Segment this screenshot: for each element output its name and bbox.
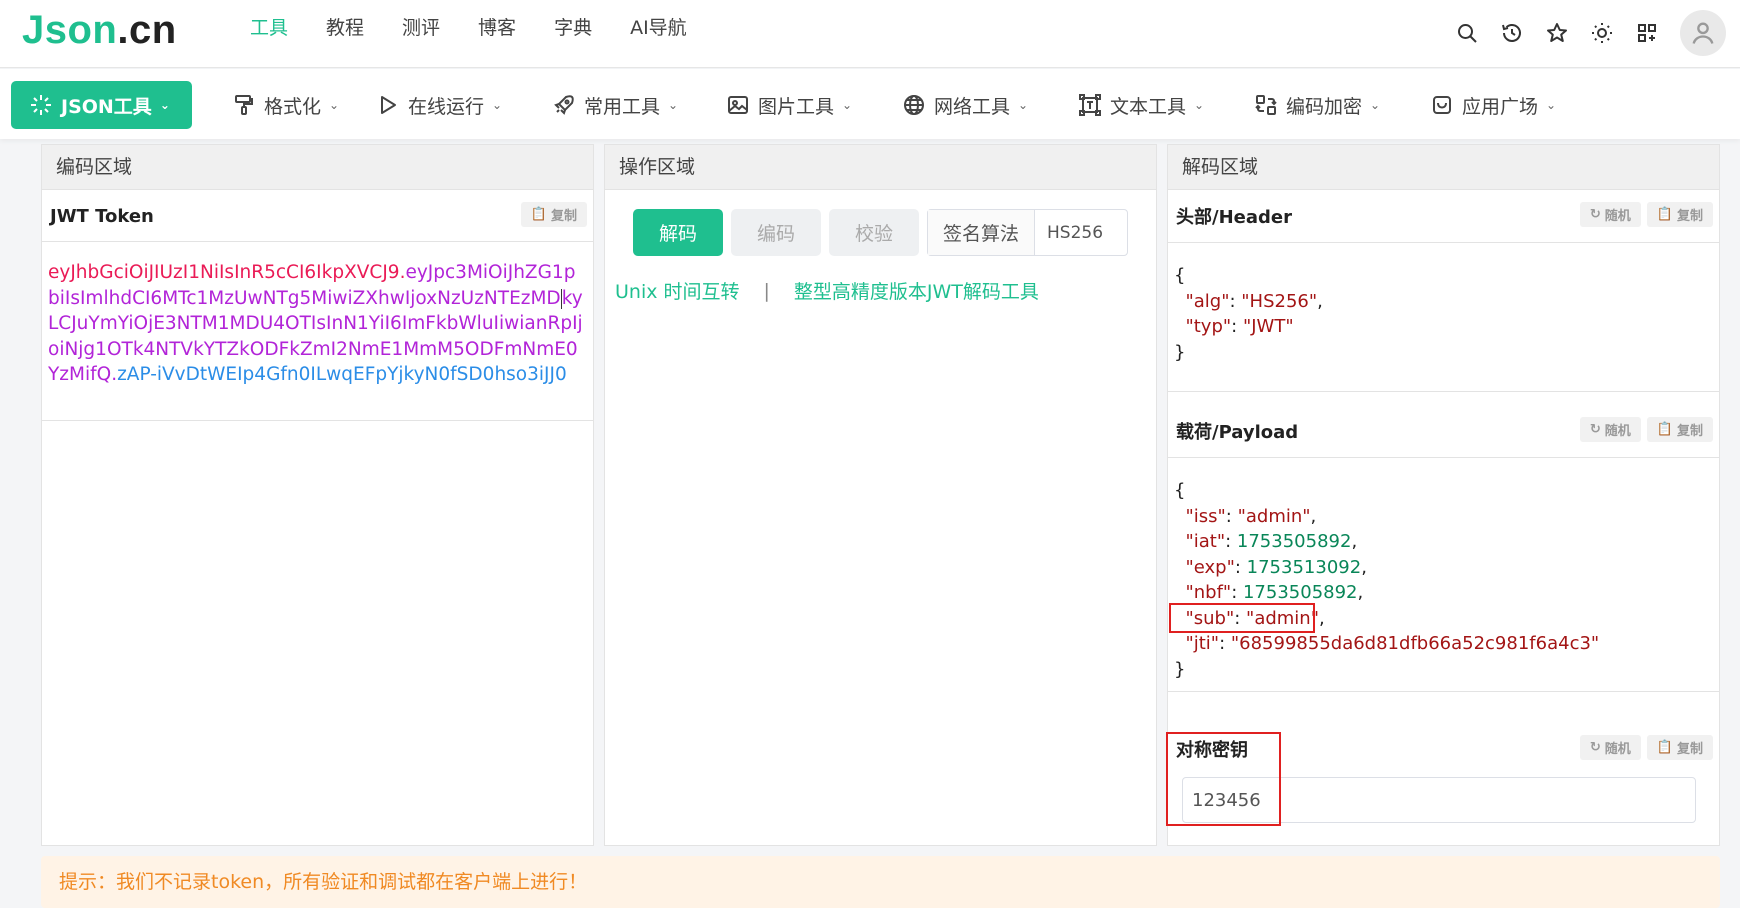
chevron-down-icon: ⌄ xyxy=(1370,98,1381,112)
top-nav-tutorial[interactable]: 教程 xyxy=(326,14,364,42)
header-json-editor[interactable]: { "alg": "HS256", "typ": "JWT" } xyxy=(1168,242,1719,392)
operations-panel-title: 操作区域 xyxy=(605,145,1156,190)
clipboard-icon: 📋 xyxy=(1656,422,1673,437)
chevron-down-icon: ⌄ xyxy=(159,98,170,112)
highlight-sub-claim xyxy=(1169,603,1315,633)
menu-run-online[interactable]: 在线运行 ⌄ xyxy=(376,81,502,129)
header-section-title: 头部/Header ↻ 随机 📋 复制 xyxy=(1168,190,1719,242)
bigint-jwt-decoder-link[interactable]: 整型高精度版本JWT解码工具 xyxy=(794,277,1039,304)
history-icon[interactable] xyxy=(1499,20,1525,46)
chevron-down-icon: ⌄ xyxy=(842,98,853,112)
chevron-down-icon: ⌄ xyxy=(668,98,679,112)
encode-button[interactable]: 编码 xyxy=(731,209,821,256)
payload-json-editor[interactable]: { "iss": "admin", "iat": 1753505892, "ex… xyxy=(1168,457,1719,692)
menu-common-tools[interactable]: 常用工具 ⌄ xyxy=(552,81,678,129)
payload-section-title: 载荷/Payload ↻ 随机 📋 复制 xyxy=(1168,405,1719,457)
copy-token-button[interactable]: 📋 复制 xyxy=(520,202,587,227)
encode-icon xyxy=(1255,95,1277,115)
star-icon[interactable] xyxy=(1544,20,1570,46)
random-key-button[interactable]: ↻ 随机 xyxy=(1579,735,1641,760)
image-icon xyxy=(728,96,748,114)
chevron-down-icon: ⌄ xyxy=(1018,98,1029,112)
encode-panel-title: 编码区域 xyxy=(42,145,593,190)
decode-button[interactable]: 解码 xyxy=(633,209,723,256)
menu-format[interactable]: 格式化 ⌄ xyxy=(232,81,339,129)
menu-network-tools[interactable]: 网络工具 ⌄ xyxy=(902,81,1028,129)
top-nav-blog[interactable]: 博客 xyxy=(478,14,516,42)
tool-menu-bar: JSON工具 ⌄ 格式化 ⌄ 在线运行 ⌄ 常用工具 ⌄ 图片工具 ⌄ 网络工具 ⌄ 文本工… xyxy=(0,69,1740,139)
chevron-down-icon: ⌄ xyxy=(329,98,340,112)
chevron-down-icon: ⌄ xyxy=(492,98,503,112)
refresh-icon: ↻ xyxy=(1589,740,1601,755)
sparkle-icon xyxy=(31,95,51,115)
top-nav-dictionary[interactable]: 字典 xyxy=(554,14,592,42)
search-icon[interactable] xyxy=(1454,20,1480,46)
chevron-down-icon: ⌄ xyxy=(1194,98,1205,112)
apps-grid-icon[interactable] xyxy=(1634,20,1660,46)
sun-icon[interactable] xyxy=(1589,20,1615,46)
globe-icon xyxy=(904,95,924,115)
encode-panel: 编码区域 JWT Token 📋 复制 eyJhbGciOiJIUzI1NiIsI… xyxy=(41,144,594,846)
signature-algorithm-select[interactable]: 签名算法 HS256 xyxy=(927,209,1128,256)
user-avatar[interactable] xyxy=(1680,10,1726,56)
copy-header-button[interactable]: 📋 复制 xyxy=(1646,202,1713,227)
top-icons xyxy=(1435,10,1726,56)
copy-key-button[interactable]: 📋 复制 xyxy=(1646,735,1713,760)
play-icon xyxy=(381,96,396,114)
menu-image-tools[interactable]: 图片工具 ⌄ xyxy=(726,81,852,129)
top-nav-ai-nav[interactable]: AI导航 xyxy=(630,14,687,42)
related-links: Unix 时间互转 | 整型高精度版本JWT解码工具 xyxy=(615,277,1039,304)
menu-app-square[interactable]: 应用广场 ⌄ xyxy=(1430,81,1556,129)
user-icon xyxy=(1692,22,1714,44)
header-label: 头部/Header xyxy=(1176,207,1292,228)
chevron-down-icon: ⌄ xyxy=(1546,98,1557,112)
signature-algorithm-value: HS256 xyxy=(1047,222,1104,243)
operation-buttons: 解码 编码 校验 签名算法 HS256 xyxy=(633,209,1128,256)
top-nav-tools[interactable]: 工具 xyxy=(250,14,288,42)
jwt-token-input[interactable]: eyJhbGciOiJIUzI1NiIsInR5cCI6IkpXVCJ9.eyJ… xyxy=(42,241,593,421)
app-square-icon xyxy=(1433,96,1451,114)
token-signature-part: zAP-iVvDtWEIp4Gfn0ILwqEFpYjkyN0fSD0hso3i… xyxy=(117,364,567,385)
privacy-tip: 提示：我们不记录token，所有验证和调试都在客户端上进行！ xyxy=(41,856,1720,908)
payload-label: 载荷/Payload xyxy=(1176,422,1299,443)
clipboard-icon: 📋 xyxy=(530,207,547,222)
signature-algorithm-label: 签名算法 xyxy=(928,210,1035,255)
token-header-part: eyJhbGciOiJIUzI1NiIsInR5cCI6IkpXVCJ9 xyxy=(48,262,400,283)
unix-time-link[interactable]: Unix 时间互转 xyxy=(615,277,740,304)
menu-text-tools[interactable]: 文本工具 ⌄ xyxy=(1078,81,1204,129)
clipboard-icon: 📋 xyxy=(1656,207,1673,222)
random-header-button[interactable]: ↻ 随机 xyxy=(1579,202,1641,227)
copy-payload-button[interactable]: 📋 复制 xyxy=(1646,417,1713,442)
paint-roller-icon xyxy=(235,95,253,115)
site-logo[interactable]: Json.cn xyxy=(22,8,177,53)
jwt-token-label: JWT Token xyxy=(50,205,154,227)
text-frame-icon xyxy=(1079,94,1101,116)
clipboard-icon: 📋 xyxy=(1656,740,1673,755)
top-nav: 工具 教程 测评 博客 字典 AI导航 xyxy=(250,14,725,42)
decode-panel-title: 解码区域 xyxy=(1168,145,1719,190)
menu-json-tools[interactable]: JSON工具 ⌄ xyxy=(11,81,192,129)
random-payload-button[interactable]: ↻ 随机 xyxy=(1579,417,1641,442)
top-bar: Json.cn 工具 教程 测评 博客 字典 AI导航 xyxy=(0,0,1740,68)
verify-button[interactable]: 校验 xyxy=(829,209,919,256)
refresh-icon: ↻ xyxy=(1589,422,1601,437)
jwt-token-header: JWT Token 📋 复制 xyxy=(42,190,593,242)
top-nav-review[interactable]: 测评 xyxy=(402,14,440,42)
menu-encode-encrypt[interactable]: 编码加密 ⌄ xyxy=(1254,81,1380,129)
refresh-icon: ↻ xyxy=(1589,207,1601,222)
rocket-icon xyxy=(554,95,574,115)
highlight-secret-key xyxy=(1166,732,1281,826)
operations-panel: 操作区域 解码 编码 校验 签名算法 HS256 Unix 时间互转 | 整型高… xyxy=(604,144,1157,846)
